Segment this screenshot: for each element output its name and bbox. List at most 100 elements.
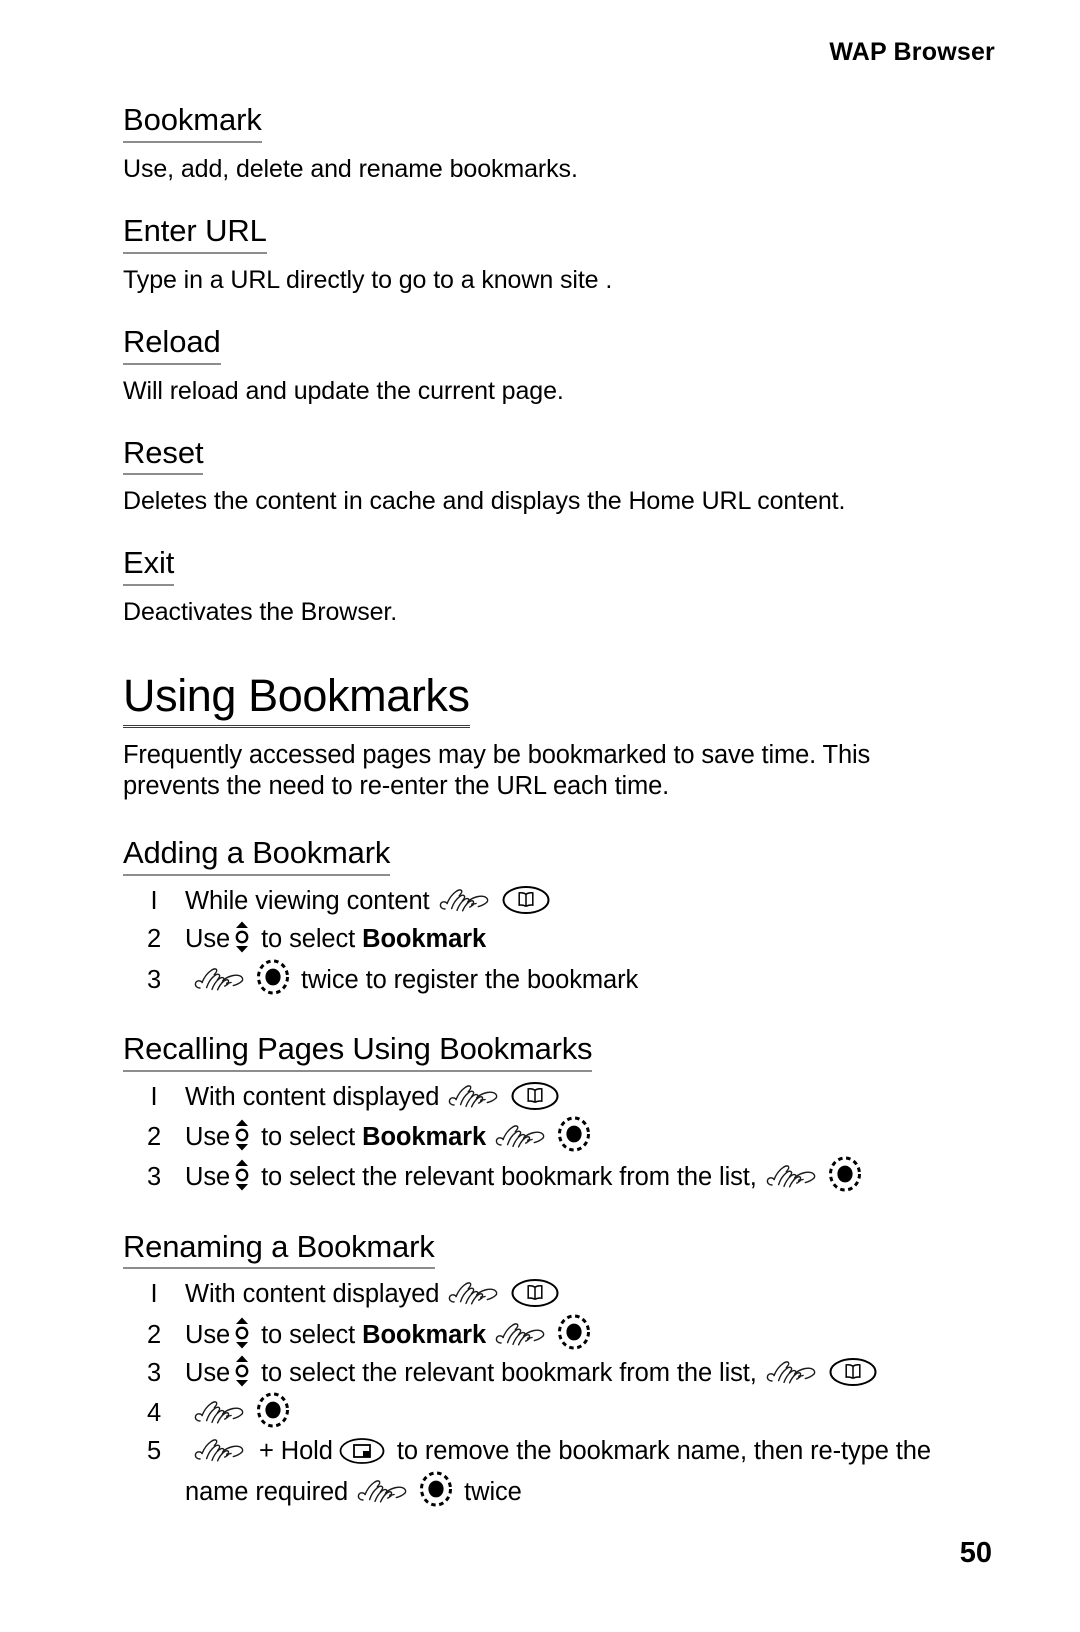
section-heading: Exit [123, 547, 174, 587]
section-body: Will reload and update the current page. [123, 376, 564, 405]
section-heading: Bookmark [123, 103, 262, 143]
chapter-intro: Frequently accessed pages may be bookmar… [123, 740, 871, 801]
step-number: I [150, 887, 158, 916]
select-key-icon [828, 1156, 862, 1192]
step-text-bold: Bookmark [362, 1320, 487, 1349]
page-number: 50 [959, 1537, 992, 1569]
procedure-step: 2 Use to select Bookmark [123, 1314, 963, 1354]
pointing-hand-icon [448, 1280, 500, 1310]
section-body: Deactivates the Browser. [123, 598, 398, 627]
step-text-pre: Use [185, 925, 231, 954]
step-text: Use to select Bookmark [185, 1116, 963, 1156]
section-bookmark: Bookmark Use, add, delete and rename boo… [123, 103, 963, 185]
section-reload: Reload Will reload and update the curren… [123, 325, 963, 407]
procedure-step: 4 [123, 1392, 963, 1432]
pointing-hand-icon [439, 887, 491, 917]
procedure-heading: Renaming a Bookmark [123, 1230, 435, 1270]
procedure-step: 3 twice to register the bookmark [123, 959, 963, 999]
step-text-mid: to select [261, 1320, 356, 1349]
chapter-heading-wrap: Using Bookmarks [123, 672, 963, 728]
up-down-nav-key-icon [232, 1317, 252, 1349]
step-text-pre: Use [185, 1163, 231, 1192]
procedure-steps: I While viewing content 2 Use to select … [123, 882, 963, 999]
up-down-nav-key-icon [232, 1119, 252, 1151]
step-number: I [150, 1280, 158, 1309]
step-number: 3 [146, 1163, 162, 1192]
pointing-hand-icon [194, 1399, 246, 1429]
procedure-step: I With content displayed [123, 1275, 963, 1313]
step-text-plus-hold: + Hold [259, 1437, 333, 1466]
section-enter-url: Enter URL Type in a URL directly to go t… [123, 214, 963, 296]
step-text-pre: Use [185, 1123, 231, 1152]
pointing-hand-icon [495, 1321, 547, 1351]
procedure-step: 5 + Hold to remove the bookmark name, th… [123, 1432, 963, 1511]
procedure-step: 3 Use to select the relevant bookmark fr… [123, 1354, 963, 1392]
up-down-nav-key-icon [232, 1355, 252, 1387]
pointing-hand-icon [448, 1083, 500, 1113]
select-key-icon [419, 1471, 453, 1507]
section-body: Type in a URL directly to go to a known … [123, 265, 613, 294]
step-number: 2 [146, 1123, 162, 1152]
procedure-recalling-pages-using-bookmarks: Recalling Pages Using Bookmarks I With c… [123, 1032, 963, 1197]
step-number: 3 [146, 965, 162, 994]
step-text: Use to select Bookmark [185, 920, 963, 958]
step-text-mid: to select [261, 1123, 356, 1152]
section-heading: Reload [123, 325, 221, 365]
document-page: WAP Browser Bookmark Use, add, delete an… [0, 0, 1080, 1632]
procedure-step: 2 Use to select Bookmark [123, 920, 963, 958]
procedure-adding-a-bookmark: Adding a Bookmark I While viewing conten… [123, 836, 963, 999]
step-text [185, 1392, 963, 1432]
step-text-pre: Use [185, 1358, 231, 1387]
section-heading: Reset [123, 436, 204, 476]
step-number: 5 [146, 1437, 162, 1466]
up-down-nav-key-icon [232, 921, 252, 953]
step-text-post: twice to register the bookmark [301, 965, 639, 994]
step-number: 3 [146, 1358, 162, 1387]
step-number: 2 [146, 925, 162, 954]
select-key-icon [557, 1116, 591, 1152]
section-exit: Exit Deactivates the Browser. [123, 547, 963, 628]
select-key-icon [256, 959, 290, 995]
pointing-hand-icon [766, 1359, 818, 1389]
step-text: Use to select the relevant bookmark from… [185, 1156, 963, 1196]
step-text-mid: to select the relevant bookmark from the… [261, 1358, 757, 1387]
procedure-heading: Adding a Bookmark [123, 836, 390, 877]
step-text-pre: With content displayed [185, 1280, 440, 1309]
procedure-heading: Recalling Pages Using Bookmarks [123, 1032, 593, 1072]
procedure-step: I With content displayed [123, 1078, 963, 1116]
pointing-hand-icon [357, 1478, 409, 1508]
pointing-hand-icon [766, 1163, 818, 1193]
step-text-pre: Use [185, 1320, 231, 1349]
procedure-step: 3 Use to select the relevant bookmark fr… [123, 1156, 963, 1196]
procedure-steps: I With content displayed 2 Use to select… [123, 1078, 963, 1197]
select-key-icon [256, 1392, 290, 1428]
step-text-mid: to select the relevant bookmark from the… [261, 1163, 757, 1192]
step-text: While viewing content [185, 882, 963, 920]
section-body: Use, add, delete and rename bookmarks. [123, 154, 578, 183]
step-number: I [150, 1082, 158, 1111]
book-key-icon [501, 883, 551, 917]
step-text-pre: With content displayed [185, 1082, 440, 1111]
procedure-step: I While viewing content [123, 882, 963, 920]
procedure-step: 2 Use to select Bookmark [123, 1116, 963, 1156]
step-text: Use to select Bookmark [185, 1314, 963, 1354]
step-text-pre: While viewing content [185, 887, 430, 916]
running-header-title: WAP Browser [829, 38, 995, 66]
book-key-icon [828, 1355, 878, 1389]
step-text: With content displayed [185, 1078, 963, 1116]
chapter-heading: Using Bookmarks [123, 672, 470, 728]
pointing-hand-icon [495, 1123, 547, 1153]
pointing-hand-icon [194, 1437, 246, 1467]
section-body: Deletes the content in cache and display… [123, 487, 846, 516]
step-number: 2 [146, 1320, 162, 1349]
step-text-bold: Bookmark [362, 1123, 487, 1152]
step-text: twice to register the bookmark [185, 959, 963, 999]
pointing-hand-icon [194, 966, 246, 996]
clear-key-icon [338, 1435, 386, 1467]
step-text: + Hold to remove the bookmark name, then… [185, 1432, 963, 1511]
step-text: Use to select the relevant bookmark from… [185, 1354, 963, 1392]
section-heading: Enter URL [123, 214, 267, 254]
procedure-renaming-a-bookmark: Renaming a Bookmark I With content displ… [123, 1230, 963, 1511]
book-key-icon [510, 1276, 560, 1310]
step-text-mid: to select [261, 925, 356, 954]
